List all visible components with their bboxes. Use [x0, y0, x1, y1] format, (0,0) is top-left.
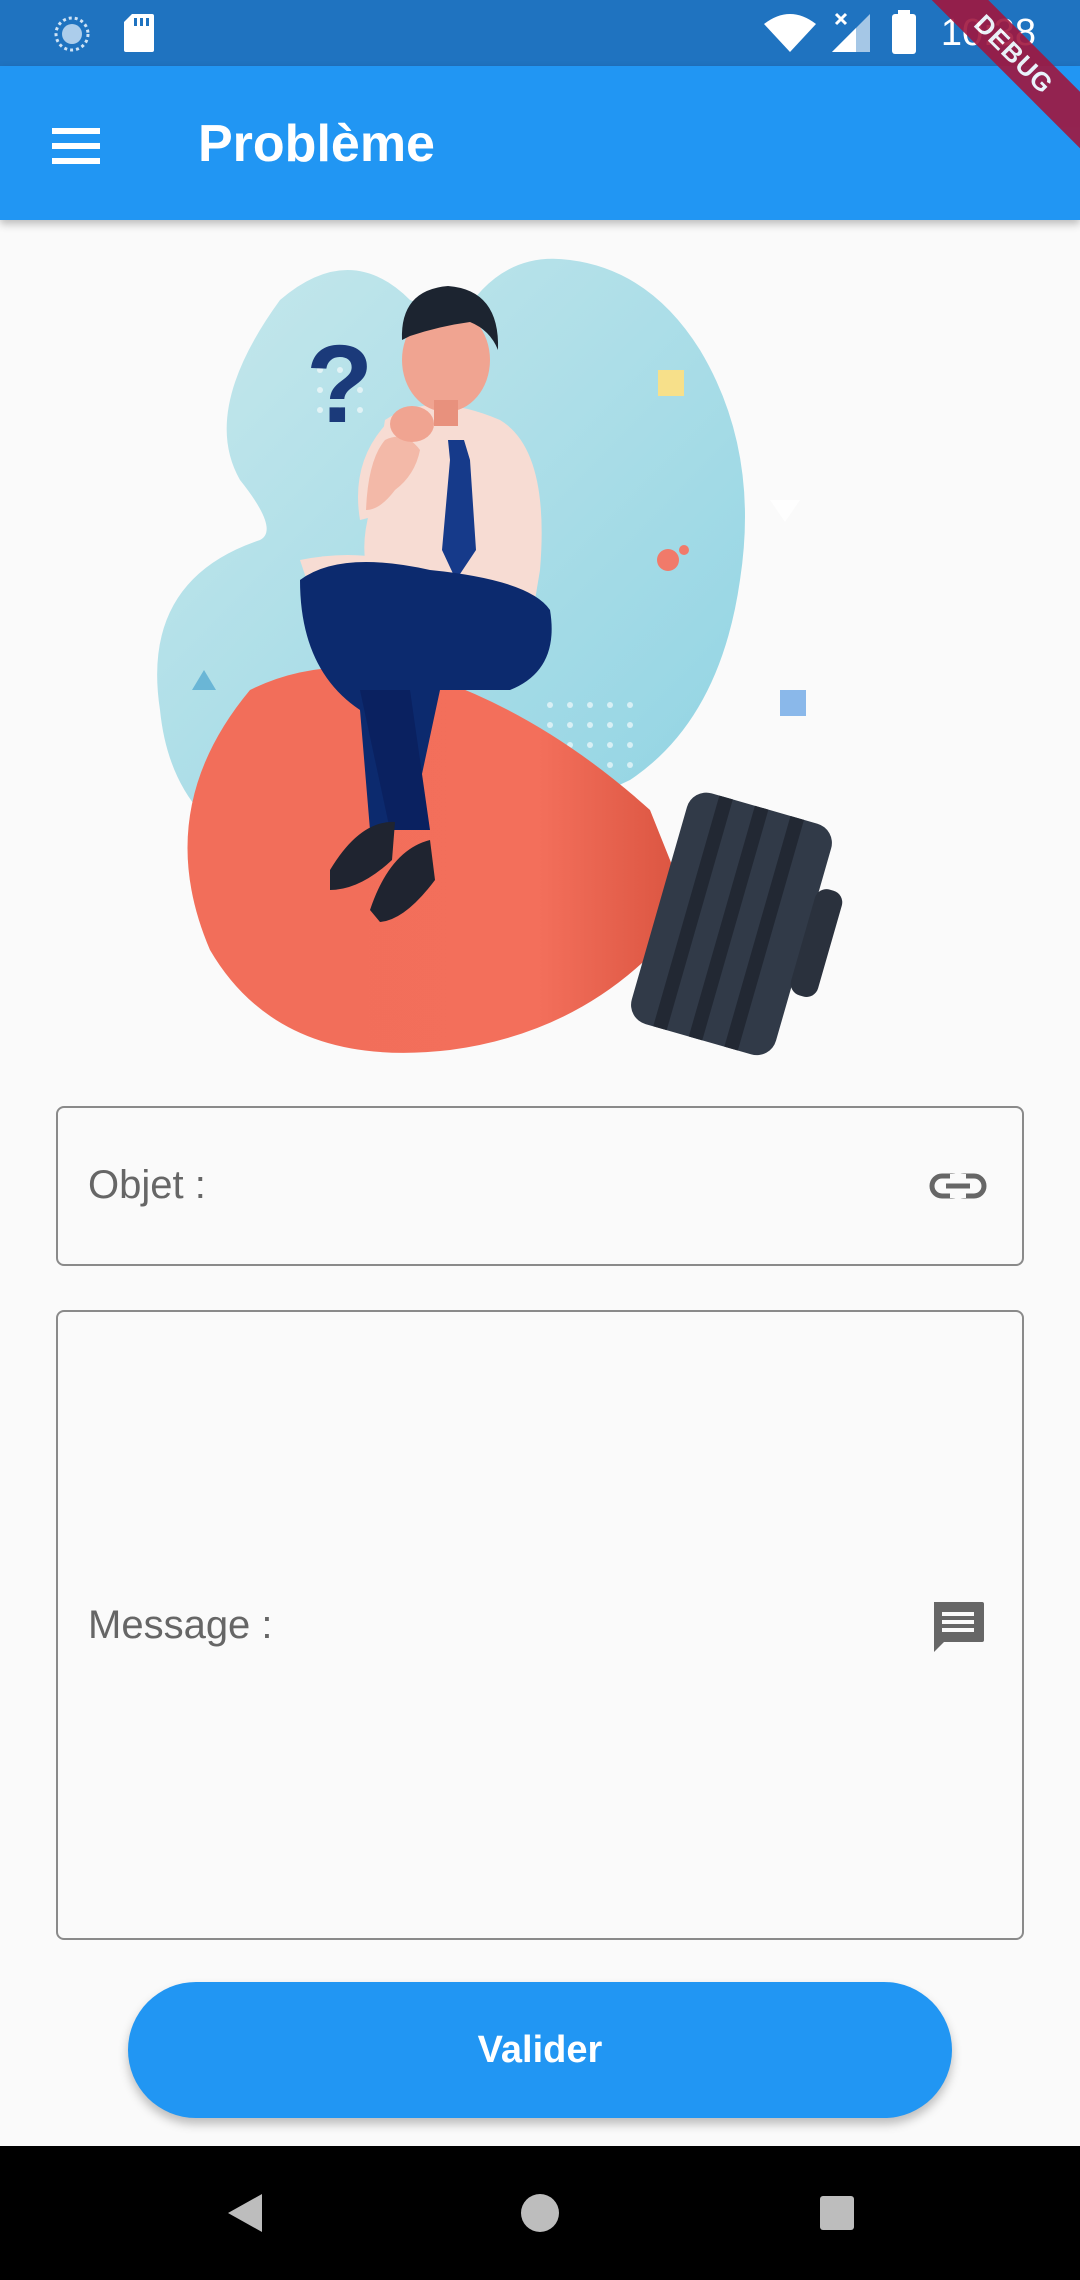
link-icon: [929, 1173, 987, 1199]
sd-card-icon: [124, 14, 154, 52]
message-label: Message :: [88, 1603, 273, 1647]
cell-signal-icon: [832, 12, 870, 52]
home-icon[interactable]: [505, 2178, 575, 2248]
objet-field[interactable]: Objet :: [56, 1106, 1024, 1266]
sync-icon: [54, 16, 90, 52]
objet-label: Objet :: [88, 1163, 206, 1207]
back-icon[interactable]: [208, 2178, 278, 2248]
wifi-icon: [764, 14, 816, 52]
menu-button[interactable]: [36, 106, 116, 186]
message-field[interactable]: Message :: [56, 1310, 1024, 1940]
status-bar: 10:38: [0, 0, 1080, 66]
recents-icon[interactable]: [802, 2178, 872, 2248]
svg-text:?: ?: [306, 323, 373, 446]
battery-icon: [892, 10, 916, 54]
app-bar: Problème: [0, 66, 1080, 220]
navigation-bar: [0, 2146, 1080, 2280]
status-time: 10:38: [940, 12, 1036, 54]
page-title: Problème: [198, 115, 435, 173]
thinking-man-on-lightbulb-illustration: ?: [157, 258, 843, 1056]
message-icon: [934, 1602, 984, 1652]
menu-icon: [52, 128, 100, 164]
valider-button[interactable]: Valider: [128, 1982, 952, 2118]
